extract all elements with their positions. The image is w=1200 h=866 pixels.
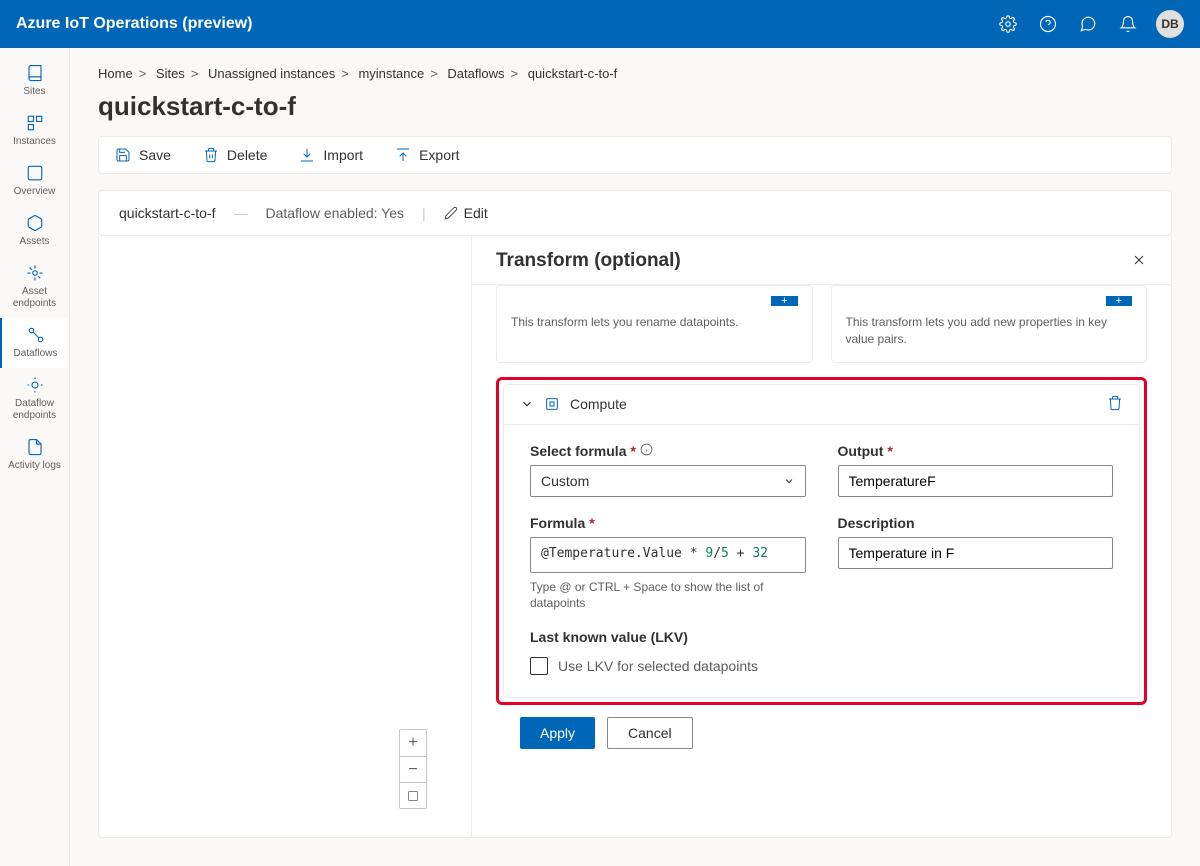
- nav-dataflows[interactable]: Dataflows: [0, 318, 69, 368]
- chevron-down-icon[interactable]: [520, 397, 534, 411]
- chevron-down-icon: [783, 475, 795, 487]
- nav-label: Assets: [19, 236, 49, 248]
- nav-label: Overview: [14, 186, 56, 198]
- lkv-label: Last known value (LKV): [530, 629, 1113, 645]
- formula-input[interactable]: @Temperature.Value * 9/5 + 32: [530, 537, 806, 573]
- zoom-fit-button[interactable]: [400, 782, 426, 808]
- left-nav: Sites Instances Overview Assets Asset en…: [0, 48, 70, 866]
- select-formula-label: Select formula *: [530, 443, 806, 459]
- info-icon[interactable]: [640, 443, 653, 459]
- select-formula-dropdown[interactable]: Custom: [530, 465, 806, 497]
- nav-sites[interactable]: Sites: [0, 56, 69, 106]
- nav-label: Dataflow endpoints: [4, 398, 65, 422]
- edit-button[interactable]: Edit: [444, 205, 488, 221]
- nav-label: Dataflows: [14, 348, 58, 360]
- canvas: + − Transform (optional) + This: [98, 236, 1172, 838]
- nav-asset-endpoints[interactable]: Asset endpoints: [0, 256, 69, 318]
- add-button[interactable]: +: [1106, 296, 1132, 306]
- add-button[interactable]: +: [771, 296, 797, 306]
- notifications-icon[interactable]: [1108, 0, 1148, 48]
- nav-label: Sites: [23, 86, 45, 98]
- crumb-current: quickstart-c-to-f: [528, 66, 618, 81]
- newprop-desc: This transform lets you add new properti…: [846, 314, 1133, 348]
- zoom-controls: + −: [399, 729, 427, 809]
- import-button[interactable]: Import: [299, 147, 363, 163]
- nav-label: Instances: [13, 136, 56, 148]
- save-button[interactable]: Save: [115, 147, 171, 163]
- nav-dataflow-endpoints[interactable]: Dataflow endpoints: [0, 368, 69, 430]
- compute-title: Compute: [570, 396, 1097, 412]
- help-icon[interactable]: [1028, 0, 1068, 48]
- nav-activity-logs[interactable]: Activity logs: [0, 430, 69, 480]
- compute-highlight: Compute Select formula * Custom: [496, 377, 1147, 705]
- rename-card: + This transform lets you rename datapoi…: [496, 285, 813, 363]
- status-bar: quickstart-c-to-f — Dataflow enabled: Ye…: [98, 190, 1172, 236]
- nav-instances[interactable]: Instances: [0, 106, 69, 156]
- crumb[interactable]: Dataflows: [447, 66, 504, 81]
- apply-button[interactable]: Apply: [520, 717, 595, 749]
- rename-desc: This transform lets you rename datapoint…: [511, 314, 798, 331]
- dataflow-name: quickstart-c-to-f: [119, 205, 215, 221]
- nav-label: Activity logs: [8, 460, 61, 472]
- compute-icon: [544, 396, 560, 412]
- nav-label: Asset endpoints: [4, 286, 65, 310]
- delete-compute-button[interactable]: [1107, 395, 1123, 414]
- nav-assets[interactable]: Assets: [0, 206, 69, 256]
- formula-hint: Type @ or CTRL + Space to show the list …: [530, 579, 806, 611]
- output-label: Output *: [838, 443, 1114, 459]
- crumb[interactable]: Home: [98, 66, 133, 81]
- nav-overview[interactable]: Overview: [0, 156, 69, 206]
- zoom-in-button[interactable]: +: [400, 730, 426, 756]
- crumb[interactable]: Unassigned instances: [208, 66, 335, 81]
- avatar[interactable]: DB: [1156, 10, 1184, 38]
- page-title: quickstart-c-to-f: [70, 85, 1200, 136]
- crumb[interactable]: Sites: [156, 66, 185, 81]
- cancel-button[interactable]: Cancel: [607, 717, 693, 749]
- formula-label: Formula *: [530, 515, 806, 531]
- feedback-icon[interactable]: [1068, 0, 1108, 48]
- breadcrumb: Home> Sites> Unassigned instances> myins…: [70, 48, 1200, 85]
- transform-panel: Transform (optional) + This transform le…: [471, 236, 1171, 837]
- export-button[interactable]: Export: [395, 147, 459, 163]
- description-label: Description: [838, 515, 1114, 531]
- description-input[interactable]: [838, 537, 1114, 569]
- settings-icon[interactable]: [988, 0, 1028, 48]
- lkv-checkbox[interactable]: [530, 657, 548, 675]
- panel-title: Transform (optional): [496, 250, 681, 272]
- newprop-card: + This transform lets you add new proper…: [831, 285, 1148, 363]
- zoom-out-button[interactable]: −: [400, 756, 426, 782]
- dataflow-enabled: Dataflow enabled: Yes: [265, 205, 404, 221]
- output-input[interactable]: [838, 465, 1114, 497]
- toolbar: Save Delete Import Export: [98, 136, 1172, 174]
- crumb[interactable]: myinstance: [358, 66, 424, 81]
- top-bar: Azure IoT Operations (preview) DB: [0, 0, 1200, 48]
- lkv-checkbox-label: Use LKV for selected datapoints: [558, 658, 758, 674]
- product-title: Azure IoT Operations (preview): [16, 15, 988, 33]
- compute-card: Compute Select formula * Custom: [503, 384, 1140, 698]
- delete-button[interactable]: Delete: [203, 147, 267, 163]
- close-icon[interactable]: [1131, 252, 1147, 271]
